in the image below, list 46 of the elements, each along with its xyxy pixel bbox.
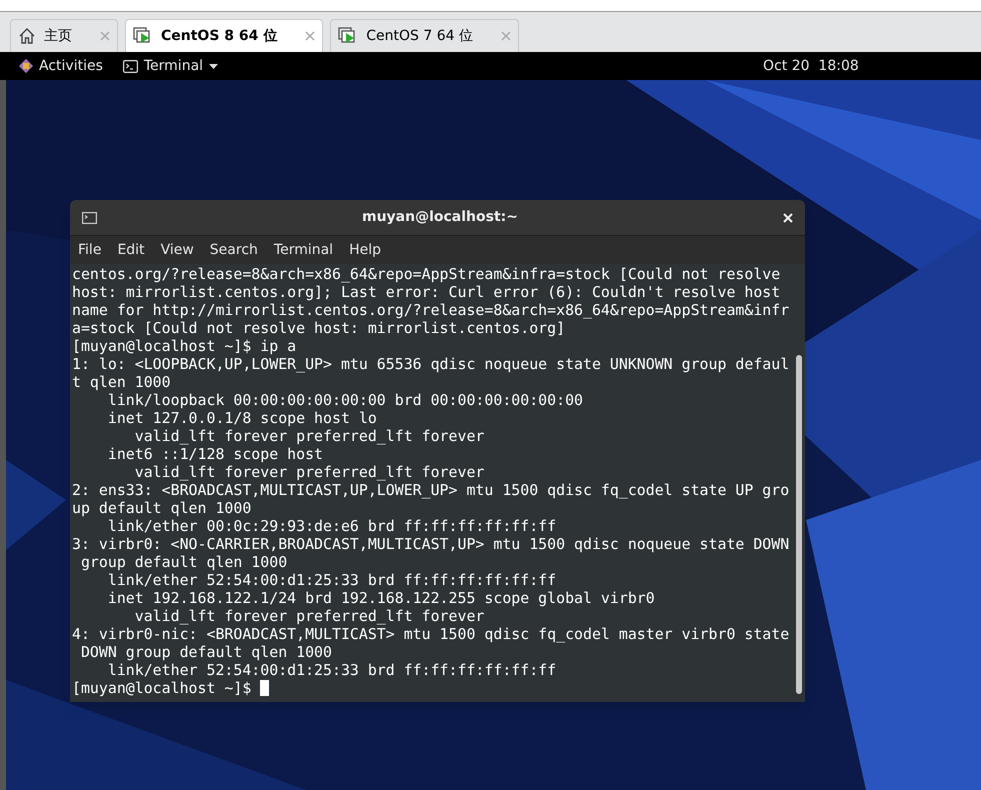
activities-button[interactable]: Activities xyxy=(39,56,103,76)
terminal-line: a=stock [Could not resolve host: mirrorlist.centos.org] xyxy=(72,319,566,337)
terminal-line: link/ether 52:54:00:d1:25:33 brd ff:ff:ff:ff:ff:ff xyxy=(106,661,556,679)
window-title: muyan@localhost:~ xyxy=(361,208,519,227)
terminal-line: link/loopback 00:00:00:00:00:00 brd 00:00:00:00:00:00 xyxy=(106,391,584,409)
terminal-line: group default qlen 1000 xyxy=(80,553,288,571)
clock[interactable]: Oct 20 18:08 xyxy=(763,56,859,76)
terminal-line: 3: virbr0: <NO-CARRIER,BROADCAST,MULTICAST,UP> mtu 1500 qdisc noqueue state DOWN xyxy=(72,535,790,553)
menu-item[interactable]: Search xyxy=(210,240,258,260)
text-cursor xyxy=(260,680,270,696)
tab[interactable]: 主页 xyxy=(10,19,118,52)
terminal-app-menu[interactable]: Terminal xyxy=(122,56,218,76)
terminal-line: up default qlen 1000 xyxy=(72,499,252,517)
terminal-line: [muyan@localhost ~]$ ip a xyxy=(72,337,296,355)
terminal-line: host: mirrorlist.centos.org]; Last error: Curl error (6): Couldn't resolve host xyxy=(72,283,780,301)
tab[interactable]: CentOS 7 64 位 xyxy=(330,19,519,52)
tab-label: CentOS 8 64 位 xyxy=(161,26,278,46)
menu-item[interactable]: Terminal xyxy=(274,240,334,260)
terminal-line: valid_lft forever preferred_lft forever xyxy=(134,607,484,625)
scrollbar-thumb[interactable] xyxy=(796,355,802,694)
terminal-line: inet 127.0.0.1/8 scope host lo xyxy=(106,409,377,427)
terminal-line: valid_lft forever preferred_lft forever xyxy=(134,463,484,481)
terminal-line: DOWN group default qlen 1000 xyxy=(80,643,332,661)
terminal-line: link/ether 52:54:00:d1:25:33 brd ff:ff:ff:ff:ff:ff xyxy=(106,571,556,589)
caret-icon xyxy=(209,64,218,68)
tab-label: CentOS 7 64 位 xyxy=(366,26,474,46)
menu-item[interactable]: File xyxy=(78,240,102,260)
tab-label: 主页 xyxy=(44,26,73,46)
menu-item[interactable]: Edit xyxy=(117,240,145,260)
terminal-icon xyxy=(122,60,138,72)
terminal-line: valid_lft forever preferred_lft forever xyxy=(134,427,484,445)
terminal-line: inet6 ::1/128 scope host xyxy=(106,445,324,463)
terminal-line: name for http://mirrorlist.centos.org/?release=8&arch=x86_64&repo=AppStream&infr xyxy=(72,301,790,319)
terminal-line: inet 192.168.122.1/24 brd 192.168.122.255 scope global virbr0 xyxy=(106,589,655,607)
menu-item[interactable]: View xyxy=(160,240,194,260)
menu-item[interactable]: Help xyxy=(349,240,381,260)
terminal-icon xyxy=(82,212,97,224)
terminal-line: t qlen 1000 xyxy=(72,373,171,391)
terminal-line: 2: ens33: <BROADCAST,MULTICAST,UP,LOWER_UP> mtu 1500 qdisc fq_codel state UP gro xyxy=(72,481,790,499)
terminal-line: 4: virbr0-nic: <BROADCAST,MULTICAST> mtu 1500 qdisc fq_codel master virbr0 state xyxy=(72,625,790,643)
terminal-line: link/ether 00:0c:29:93:de:e6 brd ff:ff:ff:ff:ff:ff xyxy=(106,517,556,535)
terminal-line: 1: lo: <LOOPBACK,UP,LOWER_UP> mtu 65536 qdisc noqueue state UNKNOWN group defaul xyxy=(72,355,790,373)
terminal-line: centos.org/?release=8&arch=x86_64&repo=AppStream&infra=stock [Could not resolve xyxy=(72,265,780,283)
tab[interactable]: CentOS 8 64 位 xyxy=(125,19,324,52)
terminal-prompt: [muyan@localhost ~]$ xyxy=(72,679,252,697)
home-icon xyxy=(18,27,36,45)
